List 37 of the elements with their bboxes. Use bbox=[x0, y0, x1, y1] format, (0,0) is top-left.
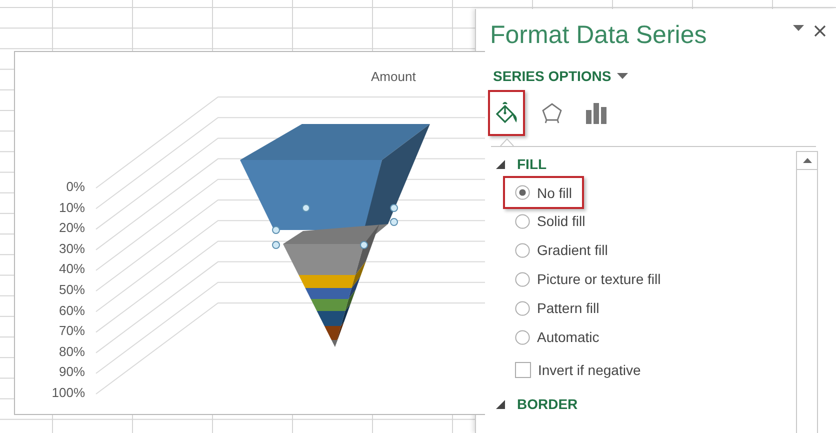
axis-label: 70% bbox=[58, 324, 85, 338]
axis-label: 60% bbox=[58, 304, 85, 318]
panel-title: Format Data Series bbox=[490, 21, 708, 50]
paint-bucket-icon bbox=[494, 101, 518, 125]
axis-label: 0% bbox=[65, 180, 85, 194]
axis-label: 100% bbox=[50, 386, 85, 400]
section-header[interactable]: FILL bbox=[496, 155, 547, 173]
caret-icon bbox=[802, 158, 812, 163]
expand-triangle-icon bbox=[496, 160, 505, 168]
panel-tab[interactable] bbox=[488, 90, 525, 136]
series-options-menu[interactable]: SERIES OPTIONS bbox=[493, 68, 628, 84]
bar-chart-icon bbox=[586, 102, 607, 124]
close-icon bbox=[814, 25, 826, 37]
radio-option[interactable]: Solid fill bbox=[503, 208, 598, 234]
axis-label: 20% bbox=[58, 221, 85, 236]
scrollbar[interactable] bbox=[796, 151, 818, 433]
checkbox-option[interactable]: Invert if negative bbox=[503, 357, 653, 383]
axis-label: 80% bbox=[58, 344, 85, 359]
radio-option[interactable]: Automatic bbox=[503, 324, 612, 350]
dropdown-button[interactable] bbox=[793, 25, 804, 32]
axis-label: 50% bbox=[58, 283, 85, 297]
axis-label: 30% bbox=[58, 242, 85, 256]
section-header[interactable]: BORDER bbox=[496, 395, 578, 413]
axis-label: 10% bbox=[58, 200, 85, 215]
radio-option[interactable]: Picture or texture fill bbox=[503, 266, 673, 292]
radio-option[interactable]: No fill bbox=[503, 176, 584, 209]
chart-area[interactable]: Amount 0% 10% 20% 30% 40% 50% 60% 70% 80% 90% 100% bbox=[14, 51, 485, 415]
axis-label: 40% bbox=[58, 262, 85, 276]
radio-option[interactable]: Pattern fill bbox=[503, 295, 612, 321]
radio-option[interactable]: Gradient fill bbox=[503, 237, 620, 263]
pentagon-icon bbox=[540, 102, 562, 124]
close-button[interactable] bbox=[814, 25, 826, 37]
chart-title: Amount bbox=[371, 69, 416, 84]
caret-icon bbox=[617, 72, 628, 80]
caret-icon bbox=[793, 25, 804, 32]
expand-triangle-icon bbox=[496, 400, 505, 408]
axis-label: 90% bbox=[58, 365, 85, 380]
